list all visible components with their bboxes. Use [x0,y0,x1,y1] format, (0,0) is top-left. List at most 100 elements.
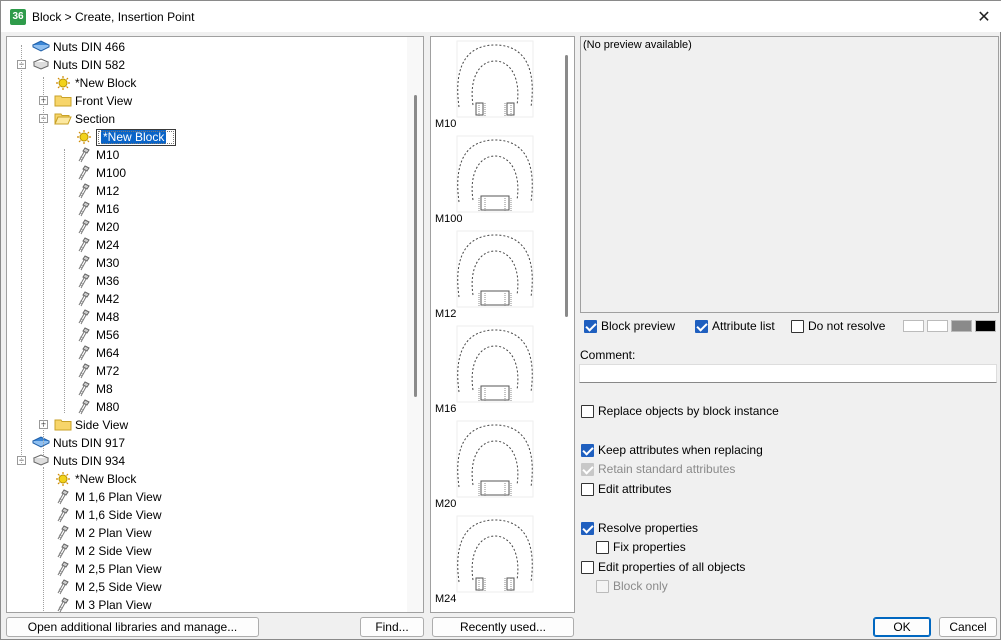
tree-item[interactable]: M100 [75,164,126,182]
folder-icon [54,93,72,109]
open-libraries-button[interactable]: Open additional libraries and manage... [6,617,259,637]
do-not-resolve-checkbox[interactable]: Do not resolve [791,319,885,333]
tree-item[interactable]: Nuts DIN 466 [31,38,125,56]
tree-item[interactable]: Section [54,110,115,128]
scroll-thumb[interactable] [565,55,568,317]
tree-item[interactable]: M30 [75,254,119,272]
block-preview-checkbox[interactable]: Block preview [584,319,675,333]
thumbnail-label: M24 [435,593,457,605]
tree-item[interactable]: M 3 Plan View [54,596,151,612]
tree-item[interactable]: M 2 Plan View [54,524,151,542]
checkbox-box[interactable] [581,482,594,496]
tree-item-label: M42 [96,292,120,306]
block-preview-pane: (No preview available) [580,36,999,313]
block-thumbnail[interactable]: M16 [431,322,559,417]
thumbnail-scrollbar[interactable] [558,37,574,612]
open-book-icon [32,453,50,469]
cancel-button[interactable]: Cancel [939,617,997,637]
tree-item[interactable]: M64 [75,344,119,362]
bolt-icon [75,345,93,361]
tree-item[interactable]: Nuts DIN 934 [32,452,125,470]
tree-item[interactable]: M10 [75,146,119,164]
checkbox-box[interactable] [581,404,594,418]
book-icon [31,435,51,451]
tree-item[interactable]: *New Block [54,470,136,488]
checkbox-box[interactable] [695,319,708,333]
background-swatch-black[interactable] [975,320,996,332]
edit-attributes-checkbox[interactable]: Edit attributes [581,482,671,496]
checkbox-box[interactable] [596,540,609,554]
bolt-icon [75,309,93,325]
block-thumbnail[interactable]: M12 [431,227,559,322]
tree-connector [64,149,65,413]
tree-item[interactable]: *New Block [54,74,136,92]
ok-button[interactable]: OK [873,617,931,637]
tree-item[interactable]: Nuts DIN 582 [32,56,125,74]
tree-item-label: Front View [75,94,133,108]
block-thumbnail[interactable]: M10 [431,37,559,132]
block-thumbnail[interactable]: M24 [431,512,559,607]
tree-item[interactable]: M56 [75,326,119,344]
tree-item[interactable]: Side View [54,416,128,434]
background-swatch-light[interactable] [927,320,948,332]
tree-item[interactable]: M 2,5 Plan View [54,560,162,578]
bolt-icon [54,489,72,505]
tree-item[interactable]: M 2 Side View [54,542,151,560]
tree-connector [43,77,44,455]
tree-item[interactable]: M8 [75,380,113,398]
comment-field[interactable] [579,364,997,383]
bolt-icon [75,273,93,289]
scroll-thumb[interactable] [414,95,417,397]
tree-item[interactable]: M 2,5 Side View [54,578,162,596]
checkbox-box[interactable] [581,443,594,457]
tree-item-edit[interactable]: *New Block [96,128,176,146]
tree-item[interactable]: M12 [75,182,119,200]
thumbnail-label: M100 [435,213,463,225]
tree-item[interactable]: M36 [75,272,119,290]
tree-item[interactable]: M24 [75,236,119,254]
comment-label: Comment: [580,348,636,362]
tree-item[interactable]: *New Block [75,128,176,146]
tree-item[interactable]: M80 [75,398,119,416]
bolt-icon [54,525,72,541]
resolve-properties-checkbox[interactable]: Resolve properties [581,521,698,535]
tree-item-label: M30 [96,256,120,270]
tree-item-label: M8 [96,382,113,396]
thumbnail-list[interactable]: M10 M100 M12 M16 M20 M24 [430,36,575,613]
thumbnail-label: M16 [435,403,457,415]
block-tree[interactable]: Nuts DIN 466 Nuts DIN 582− *New Block Front… [6,36,424,613]
tree-item[interactable]: Front View [54,92,132,110]
tree-item-label: M100 [96,166,127,180]
tree-item[interactable]: M42 [75,290,119,308]
tree-item[interactable]: M72 [75,362,119,380]
tree-item[interactable]: Nuts DIN 917 [31,434,125,452]
checkbox-box[interactable] [791,319,804,333]
checkbox-box[interactable] [584,319,597,333]
fix-properties-checkbox[interactable]: Fix properties [596,540,686,554]
tree-item[interactable]: M20 [75,218,119,236]
block-thumbnail[interactable]: M100 [431,132,559,227]
attribute-list-checkbox[interactable]: Attribute list [695,319,775,333]
open-book-icon [32,57,50,73]
replace-objects-checkbox[interactable]: Replace objects by block instance [581,404,779,418]
background-swatch-white[interactable] [903,320,924,332]
block-thumbnail[interactable]: M20 [431,417,559,512]
tree-item[interactable]: M16 [75,200,119,218]
edit-properties-all-checkbox[interactable]: Edit properties of all objects [581,560,745,574]
close-button[interactable]: ✕ [967,1,1001,32]
recently-used-button[interactable]: Recently used... [432,617,574,637]
tree-item-label: M12 [96,184,120,198]
block-only-checkbox: Block only [596,579,668,593]
tree-item[interactable]: M48 [75,308,119,326]
background-swatch-gray[interactable] [951,320,972,332]
tree-item-label: M80 [96,400,120,414]
tree-item[interactable]: M 1,6 Side View [54,506,162,524]
checkbox-box[interactable] [581,560,594,574]
find-button[interactable]: Find... [360,617,424,637]
checkbox-box[interactable] [581,521,594,535]
tree-scrollbar[interactable] [407,37,423,612]
tree-item-label: *New Block [101,130,167,144]
keep-attributes-checkbox[interactable]: Keep attributes when replacing [581,443,763,457]
new-block-icon [54,471,72,487]
tree-item[interactable]: M 1,6 Plan View [54,488,162,506]
